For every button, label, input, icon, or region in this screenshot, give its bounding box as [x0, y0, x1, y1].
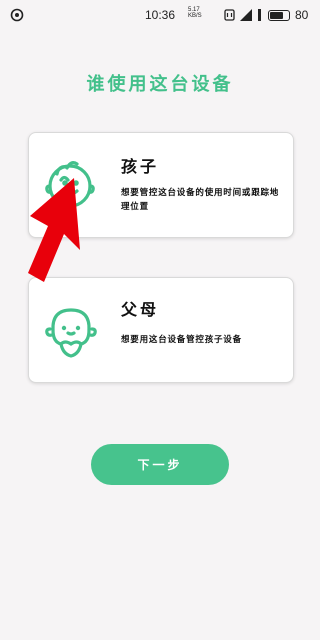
signal-icon	[240, 9, 252, 21]
app-notification-icon	[10, 8, 24, 22]
pointer-arrow-icon	[28, 178, 80, 282]
option-title: 父母	[121, 300, 160, 319]
wifi-icon	[258, 9, 261, 21]
network-speed: 5.17 KB/S	[188, 7, 202, 19]
alarm-icon	[224, 9, 235, 21]
option-description: 想要用这台设备管控孩子设备	[121, 335, 242, 345]
option-card-parent[interactable]: 父母 想要用这台设备管控孩子设备	[28, 277, 294, 383]
battery-percent: 80	[295, 8, 309, 22]
clock: 10:36	[145, 8, 176, 22]
status-bar: 10:36 5.17 KB/S 80	[0, 0, 320, 30]
status-icons: 80	[224, 7, 308, 23]
battery-fill	[270, 11, 283, 19]
option-title: 孩子	[121, 157, 160, 176]
next-button[interactable]: 下一步	[91, 444, 229, 485]
option-description: 想要管控这台设备的使用时间或跟踪地理位置	[121, 188, 280, 212]
battery-icon	[268, 9, 290, 21]
page-title: 谁使用这台设备	[86, 74, 234, 95]
parent-face-icon	[45, 308, 97, 358]
